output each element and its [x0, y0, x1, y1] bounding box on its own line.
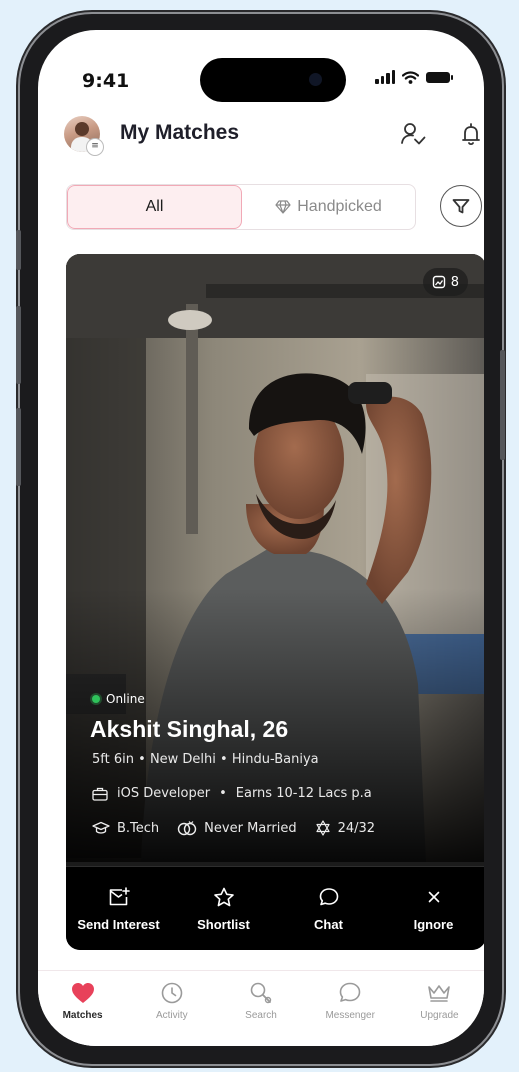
- chat-label: Chat: [314, 916, 343, 932]
- graduation-cap-icon: [92, 821, 110, 834]
- chat-button[interactable]: Chat: [276, 867, 381, 950]
- bell-icon[interactable]: [458, 121, 484, 147]
- briefcase-icon: [92, 787, 108, 801]
- dynamic-island: [200, 58, 346, 102]
- online-dot-icon: [92, 695, 100, 703]
- profile-marital-status: Never Married: [204, 820, 297, 836]
- filter-icon: [452, 199, 470, 214]
- tab-handpicked[interactable]: Handpicked: [242, 185, 415, 229]
- ignore-button[interactable]: Ignore: [381, 867, 484, 950]
- cellular-signal-icon: [375, 70, 395, 84]
- profile-height: 5ft 6in: [92, 752, 134, 767]
- star-icon: [213, 887, 234, 906]
- profile-career: iOS Developer • Earns 10-12 Lacs p.a: [92, 786, 372, 801]
- send-interest-icon: [109, 886, 130, 905]
- battery-icon: [426, 71, 453, 83]
- nav-search[interactable]: Search: [216, 971, 305, 1046]
- volume-up-button: [16, 306, 21, 384]
- nav-upgrade-label: Upgrade: [420, 1010, 459, 1021]
- profile-basics: 5ft 6in • New Delhi • Hindu-Baniya: [92, 752, 319, 767]
- profile-compatibility: 24/32: [337, 820, 376, 836]
- compatibility-item: 24/32: [315, 820, 375, 836]
- shortlist-button[interactable]: Shortlist: [171, 867, 276, 950]
- separator: •: [219, 786, 227, 801]
- tab-all[interactable]: All: [67, 185, 242, 229]
- nav-activity[interactable]: Activity: [127, 971, 216, 1046]
- header: ≡ My Matches: [38, 114, 484, 164]
- tab-all-label: All: [145, 198, 164, 215]
- online-status: Online: [92, 692, 145, 706]
- ignore-label: Ignore: [413, 916, 454, 932]
- silent-switch: [16, 230, 21, 270]
- filter-button[interactable]: [440, 185, 482, 227]
- clock-icon: [161, 982, 183, 1004]
- nav-matches-label: Matches: [62, 1010, 103, 1021]
- tab-handpicked-label: Handpicked: [297, 198, 382, 215]
- profile-photo[interactable]: [66, 254, 484, 862]
- gallery-icon: [432, 275, 445, 289]
- status-icons: [375, 70, 453, 84]
- menu-badge-icon[interactable]: ≡: [86, 138, 104, 156]
- online-label: Online: [106, 692, 145, 706]
- star-of-david-icon: [315, 820, 330, 836]
- education-item: B.Tech: [92, 821, 159, 836]
- nav-search-label: Search: [245, 1010, 277, 1021]
- separator: •: [138, 752, 150, 767]
- profile-card[interactable]: 8 Online Akshit Singhal, 26 5ft 6in • Ne…: [66, 254, 484, 950]
- nav-activity-label: Activity: [155, 1010, 188, 1021]
- screen: 9:41 ≡ My Matches All Handpicked 8 Onlin…: [38, 30, 484, 1046]
- card-actions: Send Interest Shortlist Chat Ignore: [66, 866, 484, 950]
- profile-job: iOS Developer: [117, 786, 211, 801]
- photo-count-badge[interactable]: 8: [422, 268, 468, 296]
- nav-messenger[interactable]: Messenger: [306, 971, 395, 1046]
- camera-icon: [309, 73, 322, 86]
- crown-icon: [428, 985, 451, 1002]
- separator: •: [220, 752, 232, 767]
- diamond-icon: [275, 200, 291, 214]
- status-time: 9:41: [82, 70, 130, 92]
- close-icon: [428, 891, 439, 902]
- volume-down-button: [16, 408, 21, 486]
- messenger-icon: [339, 982, 361, 1002]
- status-bar: 9:41: [38, 30, 484, 110]
- wifi-icon: [402, 70, 419, 84]
- bottom-nav: Matches Activity Search Messenger Upgrad…: [38, 970, 484, 1046]
- nav-upgrade[interactable]: Upgrade: [395, 971, 484, 1046]
- send-interest-label: Send Interest: [77, 916, 160, 932]
- heart-icon: [71, 983, 94, 1003]
- chat-icon: [319, 887, 338, 905]
- power-button: [500, 350, 505, 460]
- page-title: My Matches: [120, 121, 240, 144]
- match-tabs: All Handpicked: [66, 184, 416, 230]
- profile-community: Hindu-Baniya: [231, 752, 319, 767]
- profile-name[interactable]: Akshit Singhal, 26: [90, 716, 288, 743]
- profile-city: New Delhi: [149, 752, 216, 767]
- profile-income: Earns 10-12 Lacs p.a: [235, 786, 372, 801]
- photo-count: 8: [450, 274, 459, 290]
- search-icon: [250, 982, 272, 1004]
- profile-details: B.Tech Never Married 24/32: [92, 820, 387, 836]
- profile-switch-icon[interactable]: [400, 121, 426, 147]
- rings-icon: [177, 821, 197, 836]
- marital-item: Never Married: [177, 820, 297, 836]
- shortlist-label: Shortlist: [197, 916, 250, 932]
- nav-messenger-label: Messenger: [325, 1010, 375, 1021]
- send-interest-button[interactable]: Send Interest: [66, 867, 171, 950]
- nav-matches[interactable]: Matches: [38, 971, 127, 1046]
- profile-education: B.Tech: [117, 820, 160, 836]
